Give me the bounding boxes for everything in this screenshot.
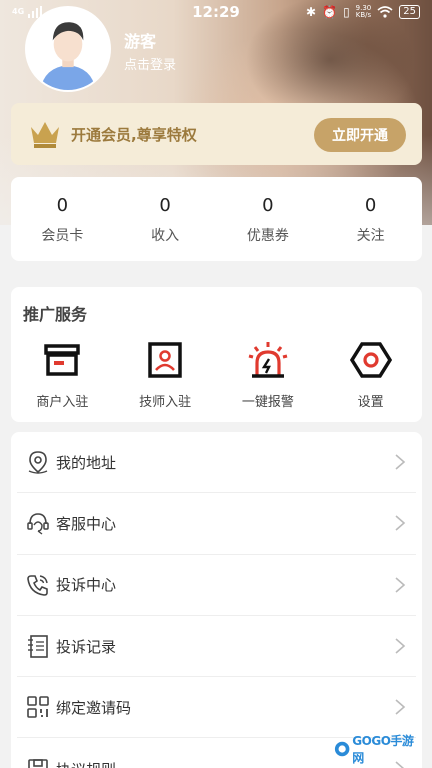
menu-item-complaint-center[interactable]: 投诉中心 xyxy=(17,555,416,616)
notebook-icon xyxy=(28,635,48,658)
menu-label: 绑定邀请码 xyxy=(56,698,132,717)
chevron-right-icon xyxy=(395,577,406,593)
stat-value: 0 xyxy=(56,195,69,216)
menu-item-bind-invite-code[interactable]: 绑定邀请码 xyxy=(17,677,416,739)
stat-value: 0 xyxy=(159,195,171,216)
menu-item-my-address[interactable]: 我的地址 xyxy=(17,432,416,494)
battery-indicator: 25 xyxy=(399,5,420,19)
stat-label: 收入 xyxy=(151,228,180,244)
menu-item-customer-service[interactable]: 客服中心 xyxy=(17,493,416,555)
technician-icon xyxy=(148,342,182,378)
menu-item-complaint-records[interactable]: 投诉记录 xyxy=(17,616,416,678)
username: 游客 xyxy=(124,32,157,51)
watermark-logo: GOGO手游网 xyxy=(334,734,418,765)
promotion-services-card: 推广服务 商户入驻 技师入驻 一键报警 设置 xyxy=(11,287,422,422)
qr-code-icon xyxy=(27,696,49,719)
chevron-right-icon xyxy=(395,699,406,715)
watermark-text: GOGO手游网 xyxy=(352,734,414,765)
promo-label: 一键报警 xyxy=(241,395,294,410)
signal-icon xyxy=(28,6,43,18)
stat-label: 优惠券 xyxy=(246,228,289,244)
network-type: 4G xyxy=(12,7,25,16)
chevron-right-icon xyxy=(395,638,406,654)
store-icon xyxy=(44,344,81,376)
phone-icon xyxy=(27,574,48,596)
login-link[interactable]: 点击登录 xyxy=(124,54,176,73)
stat-label: 关注 xyxy=(356,228,385,244)
settings-button[interactable]: 设置 xyxy=(319,339,422,410)
chevron-right-icon xyxy=(395,454,406,470)
promo-label: 商户入驻 xyxy=(36,395,89,410)
alarm-icon xyxy=(248,342,288,378)
net-speed: 9.30 KB/s xyxy=(356,5,372,19)
bluetooth-icon: ✱ xyxy=(306,5,317,19)
menu-list: 我的地址 客服中心 投诉中心 投诉记录 绑定邀请码 xyxy=(11,432,422,768)
stat-value: 0 xyxy=(262,195,274,216)
stat-coupons[interactable]: 0 优惠券 xyxy=(217,193,319,245)
section-title: 推广服务 xyxy=(23,305,88,324)
promo-label: 设置 xyxy=(357,395,384,410)
crown-icon xyxy=(31,122,59,148)
wifi-icon xyxy=(377,6,393,18)
document-icon xyxy=(28,759,48,768)
vip-promo-text: 开通会员,尊享特权 xyxy=(71,126,197,144)
signal-indicator: 4G xyxy=(12,6,43,18)
stat-value: 0 xyxy=(364,195,377,216)
menu-label: 投诉中心 xyxy=(56,576,117,595)
menu-label: 投诉记录 xyxy=(56,637,117,656)
status-time: 12:29 xyxy=(192,3,240,21)
location-icon xyxy=(28,451,48,474)
activate-vip-button[interactable]: 立即开通 xyxy=(314,118,406,152)
promo-label: 技师入驻 xyxy=(139,395,192,410)
menu-label: 客服中心 xyxy=(56,514,117,533)
stat-income[interactable]: 0 收入 xyxy=(114,193,216,245)
merchant-join-button[interactable]: 商户入驻 xyxy=(11,339,114,410)
vip-banner[interactable]: 开通会员,尊享特权 立即开通 xyxy=(11,103,422,165)
status-bar: 4G 12:29 ✱ ⏰ ▯ 9.30 KB/s 25 xyxy=(0,0,432,24)
alarm-clock-icon: ⏰ xyxy=(322,5,338,19)
vibrate-icon: ▯ xyxy=(343,5,350,19)
customer-service-icon xyxy=(27,513,49,535)
chevron-right-icon xyxy=(395,515,406,532)
stat-label: 会员卡 xyxy=(41,228,84,244)
stats-card: 0 会员卡 0 收入 0 优惠券 0 关注 xyxy=(11,177,422,261)
stat-membership-card[interactable]: 0 会员卡 xyxy=(11,193,113,245)
settings-icon xyxy=(349,342,392,378)
menu-label: 协议规则 xyxy=(56,759,116,768)
watermark-logo-icon xyxy=(334,741,350,757)
net-speed-unit: KB/s xyxy=(355,11,372,19)
technician-join-button[interactable]: 技师入驻 xyxy=(114,339,217,410)
one-click-alarm-button[interactable]: 一键报警 xyxy=(217,339,320,410)
stat-following[interactable]: 0 关注 xyxy=(320,193,422,245)
menu-label: 我的地址 xyxy=(56,453,117,472)
